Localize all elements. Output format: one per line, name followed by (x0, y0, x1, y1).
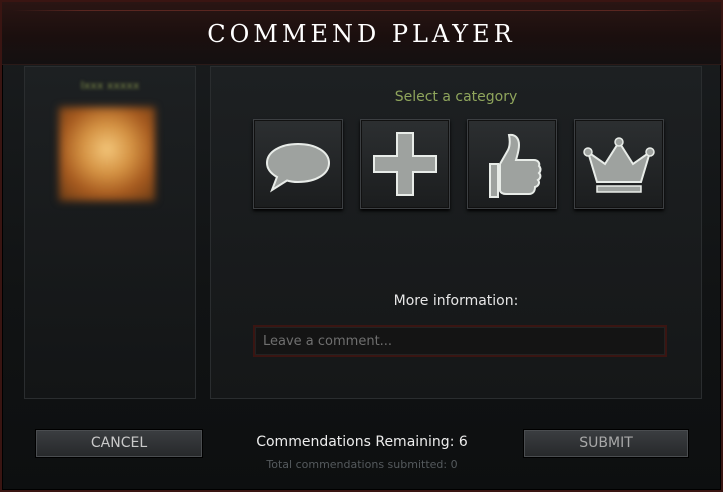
player-panel: Ixxx xxxxx (24, 66, 196, 399)
player-name: Ixxx xxxxx (80, 79, 140, 92)
submit-button[interactable]: SUBMIT (524, 430, 688, 457)
commend-player-dialog: COMMEND PLAYER Ixxx xxxxx Select a categ… (0, 0, 723, 492)
more-information-label: More information: (393, 293, 519, 309)
crown-icon (583, 137, 655, 193)
total-commendations-submitted: Total commendations submitted: 0 (266, 458, 458, 471)
commend-panel: Select a category More information: Leav… (210, 66, 702, 399)
thumbs-up-icon (489, 133, 542, 198)
plus-icon (373, 132, 437, 196)
commendations-remaining: Commendations Remaining: 6 (256, 434, 468, 450)
category-leadership-button[interactable] (574, 119, 664, 209)
category-teamwork-button[interactable] (360, 119, 450, 209)
header-ornament (12, 10, 711, 11)
category-communication-button[interactable] (253, 119, 343, 209)
player-avatar (59, 107, 155, 201)
cancel-button[interactable]: CANCEL (36, 430, 202, 457)
category-friendly-button[interactable] (467, 119, 557, 209)
comment-input[interactable] (253, 325, 667, 357)
speech-bubble-icon (265, 142, 331, 193)
dialog-title: COMMEND PLAYER (207, 20, 516, 48)
select-category-label: Select a category (394, 89, 518, 105)
dialog-header: COMMEND PLAYER (2, 2, 721, 65)
